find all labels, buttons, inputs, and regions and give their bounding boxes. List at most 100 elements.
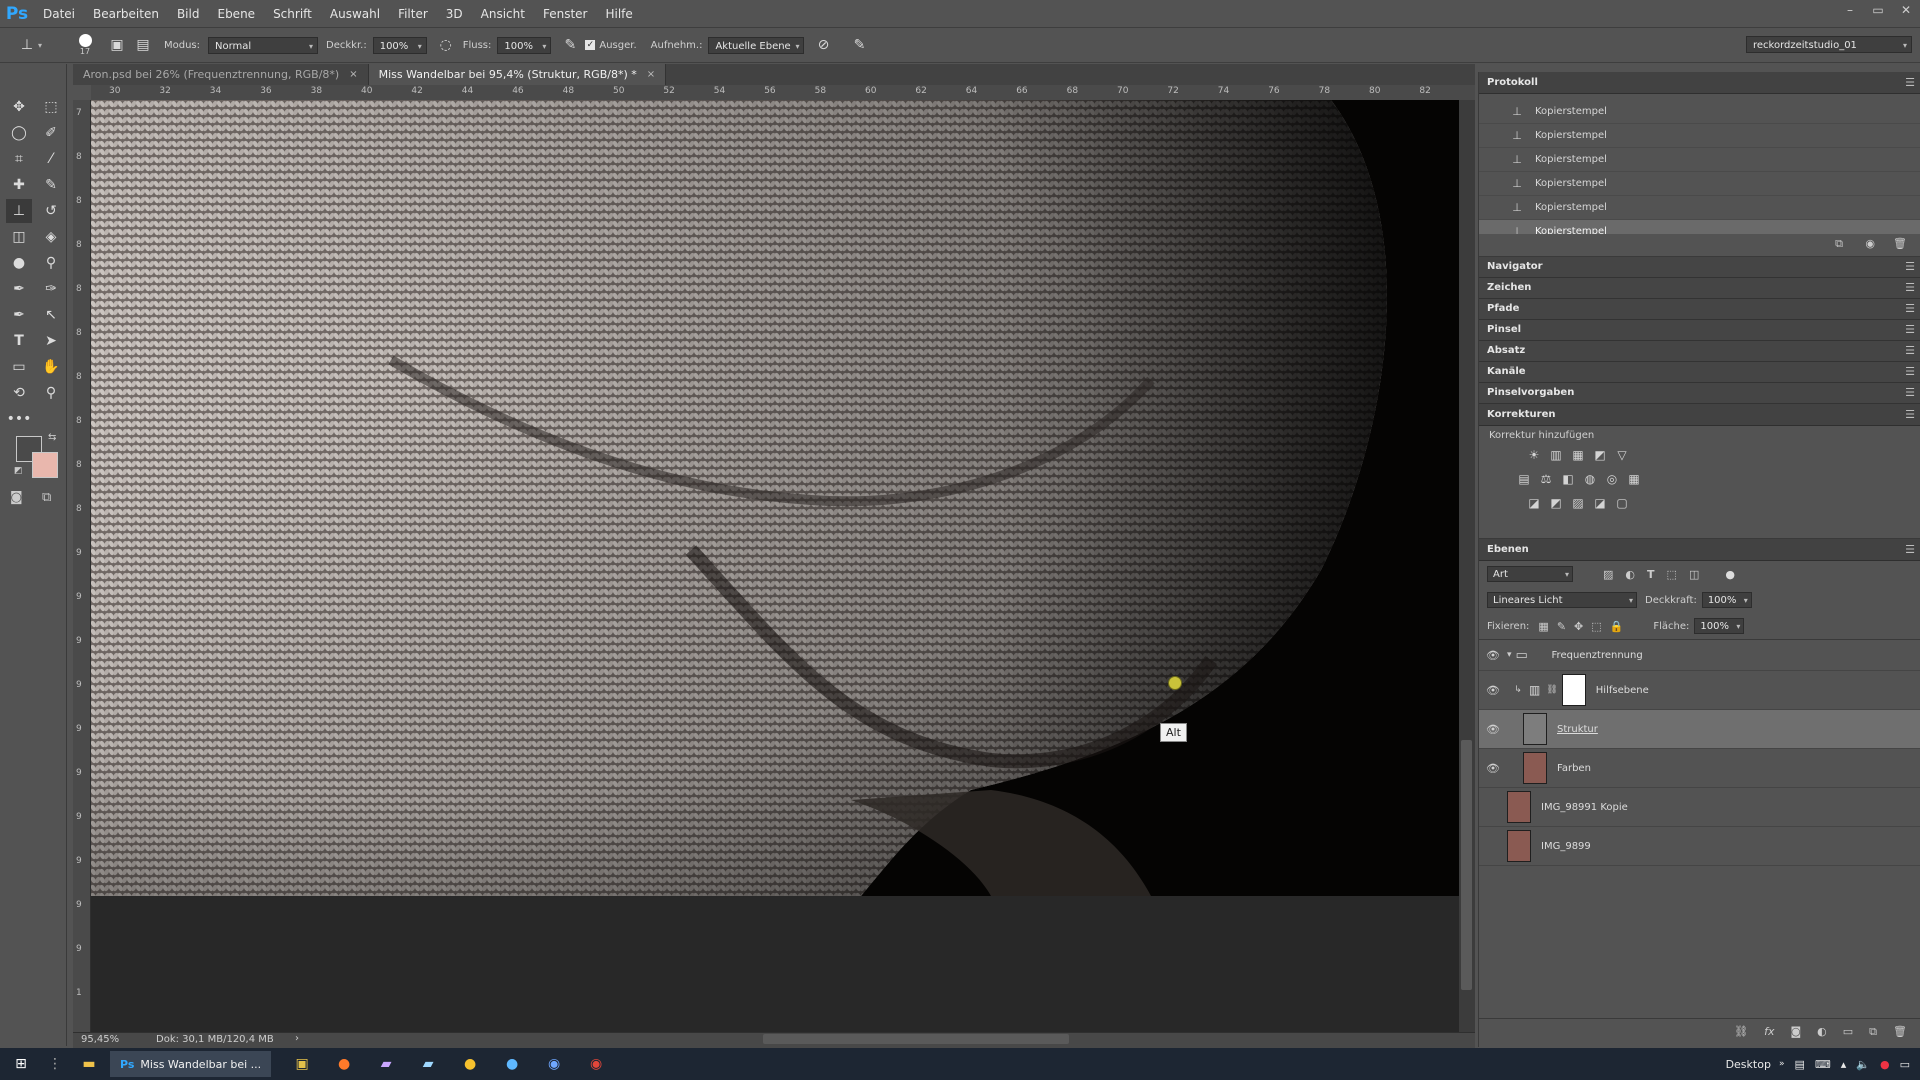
new-layer-icon[interactable]: ⧉ xyxy=(1869,1025,1877,1039)
app-icon-bridge[interactable]: ▣ xyxy=(281,1048,323,1080)
link-layers-icon[interactable]: ⛓ xyxy=(1734,1025,1748,1038)
volume-icon[interactable]: 🔈 xyxy=(1856,1058,1870,1071)
collapsed-panel-2[interactable]: Pfade ☰ xyxy=(1479,299,1920,320)
close-tab-icon[interactable]: × xyxy=(349,64,357,85)
lock-image-icon[interactable]: ✎ xyxy=(1557,620,1566,633)
adjustment-icon[interactable]: ▤ xyxy=(1513,472,1535,486)
collapsed-panel-6[interactable]: Pinselvorgaben ☰ xyxy=(1479,383,1920,404)
clone-stamp-tool-preset-icon[interactable]: ⊥ xyxy=(16,34,38,56)
panel-menu-icon[interactable]: ☰ xyxy=(1905,278,1915,298)
airbrush-icon[interactable]: ✎ xyxy=(559,34,581,56)
collapsed-panel-5[interactable]: Kanäle ☰ xyxy=(1479,362,1920,383)
lock-position-icon[interactable]: ✥ xyxy=(1574,620,1583,633)
eye-icon[interactable]: 👁 xyxy=(1479,684,1507,697)
brush-size-picker[interactable]: 17 xyxy=(70,34,100,56)
layer-mask-thumbnail[interactable] xyxy=(1561,674,1586,706)
collapsed-panel-3[interactable]: Pinsel ☰ xyxy=(1479,320,1920,341)
history-item[interactable]: ⊥ Kopierstempel xyxy=(1479,148,1920,172)
path-selection-tool-icon[interactable]: ↖ xyxy=(38,303,64,327)
workspace-select[interactable]: reckordzeitstudio_01 ▾ xyxy=(1746,36,1912,53)
lock-artboard-icon[interactable]: ⬚ xyxy=(1591,620,1601,633)
panel-menu-icon[interactable]: ☰ xyxy=(1905,72,1915,93)
menu-3d[interactable]: 3D xyxy=(437,7,472,21)
chrome-icon[interactable]: ◉ xyxy=(575,1048,617,1080)
windows-start-icon[interactable]: ⊞ xyxy=(0,1048,42,1080)
adjustment-icon[interactable]: ▨ xyxy=(1567,496,1589,510)
type-tool-icon[interactable]: T xyxy=(6,329,32,353)
adjustment-icon[interactable]: ◪ xyxy=(1589,496,1611,510)
clone-stamp-tool-icon[interactable]: ⊥ xyxy=(6,199,32,223)
tab-miss-wandelbar[interactable]: Miss Wandelbar bei 95,4% (Struktur, RGB/… xyxy=(368,64,667,85)
tray-app-icon[interactable]: ▤ xyxy=(1794,1058,1804,1071)
ausger-checkbox[interactable]: ✓ xyxy=(585,40,596,50)
premiere-icon[interactable]: ▰ xyxy=(365,1048,407,1080)
fluss-input[interactable]: 100% ▾ xyxy=(497,36,552,54)
zoom-tool-icon[interactable]: ⚲ xyxy=(38,381,64,405)
adjustment-icon[interactable]: ▢ xyxy=(1611,496,1633,510)
chevron-icon[interactable]: » xyxy=(1779,1059,1785,1069)
filter-type-icon[interactable]: T xyxy=(1647,568,1655,581)
adjustment-icon[interactable]: ☀ xyxy=(1523,448,1545,462)
aufnehm-select[interactable]: Aktuelle Ebene ▾ xyxy=(708,36,805,54)
panel-menu-icon[interactable]: ☰ xyxy=(1905,257,1915,277)
panel-menu-icon[interactable]: ☰ xyxy=(1905,539,1915,560)
history-item[interactable]: ⊥ Kopierstempel xyxy=(1479,124,1920,148)
filter-shape-icon[interactable]: ⬚ xyxy=(1667,568,1677,581)
tray-alert-icon[interactable]: ● xyxy=(1880,1058,1890,1071)
quick-mask-icon[interactable]: ◙ xyxy=(10,490,23,505)
default-colors-icon[interactable]: ◩ xyxy=(14,466,23,476)
adjustment-icon[interactable]: ◍ xyxy=(1579,472,1601,486)
adjustment-icon[interactable]: ▦ xyxy=(1623,472,1645,486)
close-window-button[interactable]: ✕ xyxy=(1892,0,1920,20)
lock-all-icon[interactable]: 🔒 xyxy=(1610,620,1624,633)
chevron-down-icon[interactable]: ▾ xyxy=(38,41,46,50)
freeform-pen-tool-icon[interactable]: ✑ xyxy=(38,277,64,301)
layer-struktur[interactable]: 👁 Struktur xyxy=(1479,710,1920,749)
fill-input[interactable]: 100% ▾ xyxy=(1694,618,1745,634)
history-brush-tool-icon[interactable]: ↺ xyxy=(38,199,64,223)
pressure-opacity-icon[interactable]: ◌ xyxy=(435,34,457,56)
adjustment-icon[interactable]: ▦ xyxy=(1567,448,1589,462)
rectangle-tool-icon[interactable]: ▭ xyxy=(6,355,32,379)
menu-bearbeiten[interactable]: Bearbeiten xyxy=(84,7,168,21)
adjustment-icon[interactable]: ▽ xyxy=(1611,448,1633,462)
layer-farben[interactable]: 👁 Farben xyxy=(1479,749,1920,788)
layer-group-frequenztrennung[interactable]: 👁 ▾ ▭ Frequenztrennung xyxy=(1479,640,1920,671)
direct-selection-tool-icon[interactable]: ➤ xyxy=(38,329,64,353)
vertical-scrollbar[interactable] xyxy=(1459,100,1475,1038)
filter-adjustment-icon[interactable]: ◐ xyxy=(1625,568,1635,581)
menu-fenster[interactable]: Fenster xyxy=(534,7,597,21)
panel-menu-icon[interactable]: ☰ xyxy=(1905,383,1915,403)
eye-icon[interactable]: 👁 xyxy=(1479,762,1507,775)
screen-mode-icon[interactable]: ⧉ xyxy=(42,490,51,505)
adjustment-icon[interactable]: ▥ xyxy=(1545,448,1567,462)
toggle-brush-panel-icon[interactable]: ▣ xyxy=(106,34,128,56)
dodge-tool-icon[interactable]: ⚲ xyxy=(38,251,64,275)
layer-filter-select[interactable]: Art ▾ xyxy=(1487,566,1573,582)
vertical-ruler[interactable]: 7 8 8 8 8 8 8 8 8 8 9 9 9 9 9 9 9 9 9 9 1 xyxy=(73,100,91,1038)
history-brush-source-toggle[interactable] xyxy=(1485,105,1499,119)
horizontal-ruler[interactable]: 30 32 34 36 38 40 42 44 46 48 50 52 54 56 58 60 62 64 66 68… xyxy=(91,85,1475,101)
snapshot-camera-icon[interactable]: ◉ xyxy=(1865,237,1875,250)
marquee-tool-icon[interactable]: ⬚ xyxy=(38,95,64,119)
ignore-adjustment-layers-icon[interactable]: ⊘ xyxy=(812,34,834,56)
delete-layer-trash-icon[interactable]: 🗑 xyxy=(1893,1025,1907,1038)
blend-mode-select[interactable]: Lineares Licht ▾ xyxy=(1487,592,1637,608)
new-document-from-state-icon[interactable]: ⧉ xyxy=(1835,237,1843,251)
swap-colors-icon[interactable]: ⇆ xyxy=(48,432,56,443)
collapsed-panel-0[interactable]: Navigator ☰ xyxy=(1479,257,1920,278)
filter-toggle-icon[interactable]: ● xyxy=(1725,568,1735,581)
layers-panel-header[interactable]: Ebenen ☰ xyxy=(1479,539,1920,561)
eyedropper-tool-icon[interactable]: ⁄ xyxy=(38,147,64,171)
panel-menu-icon[interactable]: ☰ xyxy=(1905,320,1915,340)
adjustment-icon[interactable]: ◪ xyxy=(1523,496,1545,510)
new-adjustment-layer-icon[interactable]: ◐ xyxy=(1817,1025,1827,1038)
history-brush-source-toggle[interactable] xyxy=(1485,129,1499,143)
filter-smart-object-icon[interactable]: ◫ xyxy=(1689,568,1699,581)
eye-icon[interactable]: 👁 xyxy=(1479,723,1507,736)
move-tool-icon[interactable]: ✥ xyxy=(6,95,32,119)
collapsed-panel-4[interactable]: Absatz ☰ xyxy=(1479,341,1920,362)
blur-tool-icon[interactable]: ● xyxy=(6,251,32,275)
panel-menu-icon[interactable]: ☰ xyxy=(1905,404,1915,425)
menu-bild[interactable]: Bild xyxy=(168,7,209,21)
